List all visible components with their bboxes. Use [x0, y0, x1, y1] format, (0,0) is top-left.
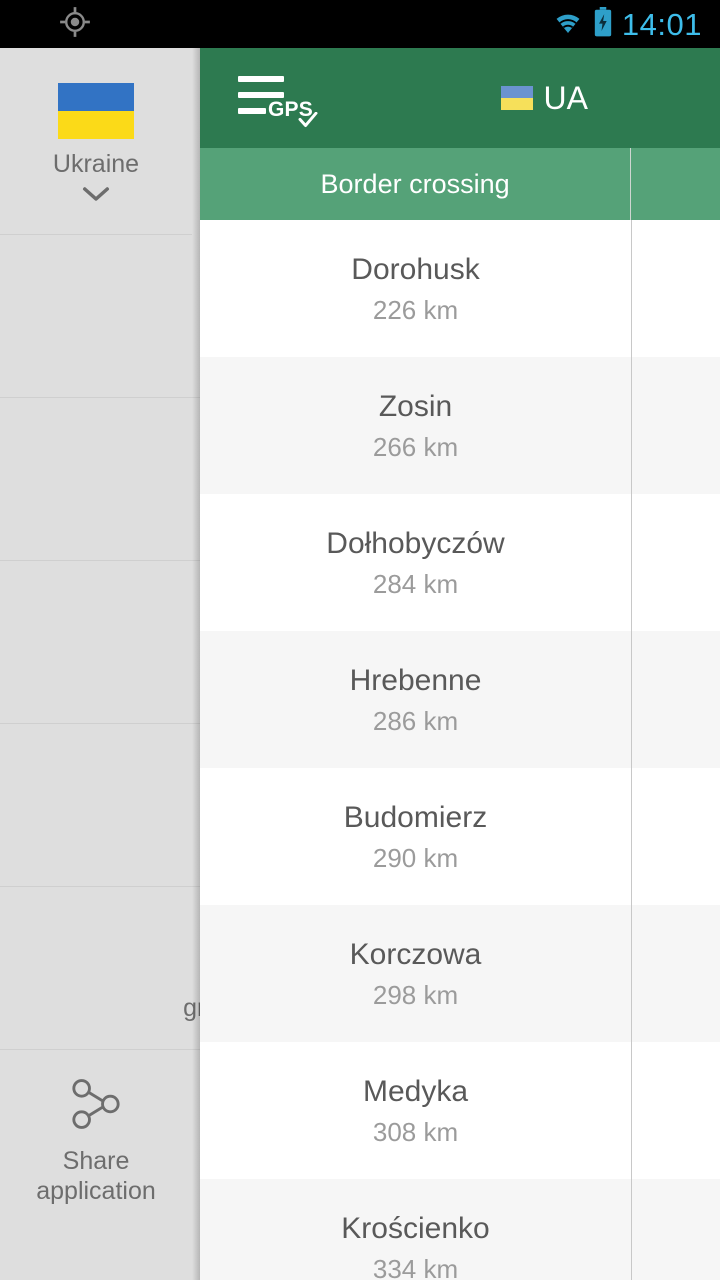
sidebar-item-forecast[interactable]: Forecast — [0, 398, 200, 561]
tab-border-crossing-label: Border crossing — [320, 168, 510, 199]
table-row-main: Dorohusk 226 km — [200, 220, 631, 357]
crossing-name: Zosin — [378, 389, 453, 423]
crossing-distance: 286 km — [372, 705, 459, 736]
tab-bar: Border crossing — [200, 148, 720, 220]
sidebar-item-country[interactable]: Ukraine — [0, 48, 192, 235]
crossing-distance: 284 km — [372, 568, 459, 599]
crossing-distance: 266 km — [372, 431, 459, 462]
table-row-secondary-cell[interactable] — [631, 357, 720, 494]
crossing-distance: 308 km — [372, 1116, 459, 1147]
hamburger-line-1 — [238, 76, 284, 82]
table-row-main: Krościenko 334 km — [200, 1179, 631, 1280]
table-row-secondary-cell[interactable] — [631, 768, 720, 905]
header-country-code: UA — [543, 80, 588, 116]
crossing-name: Krościenko — [341, 1211, 490, 1245]
share-nodes-icon — [66, 1074, 126, 1134]
status-bar-left — [0, 5, 552, 44]
wifi-icon — [552, 9, 584, 40]
sidebar-item-share-label-line2: application — [36, 1177, 156, 1205]
border-crossing-list[interactable]: Dorohusk 226 km Zosin 266 km Dołhobyczów 284 … — [200, 220, 720, 1280]
table-row-secondary-cell[interactable] — [631, 1179, 720, 1280]
sidebar-item-share[interactable]: Share application — [0, 1050, 192, 1230]
battery-charging-icon — [593, 6, 613, 42]
tab-border-crossing[interactable]: Border crossing — [200, 148, 630, 220]
table-row-secondary-cell[interactable] — [631, 905, 720, 1042]
table-row[interactable]: Dołhobyczów 284 km — [200, 494, 720, 631]
table-row[interactable]: Hrebenne 286 km — [200, 631, 720, 768]
table-row-main: Korczowa 298 km — [200, 905, 631, 1042]
table-row-main: Medyka 308 km — [200, 1042, 631, 1179]
hamburger-gps-icon[interactable]: GPS — [238, 70, 318, 128]
app-root: 14:01 Ukraine g Share application GPS UA… — [0, 0, 720, 1280]
table-row-main: Zosin 266 km — [200, 357, 631, 494]
table-row[interactable]: Budomierz 290 km — [200, 768, 720, 905]
check-icon — [298, 111, 318, 133]
sidebar-item-granica-label: granica.gov.pl — [183, 993, 200, 1022]
crossing-distance: 290 km — [372, 842, 459, 873]
table-row-main: Budomierz 290 km — [200, 768, 631, 905]
table-row-main: Hrebenne 286 km — [200, 631, 631, 768]
header-country-selector[interactable]: UA — [500, 48, 588, 148]
ukraine-flag-icon — [500, 86, 533, 110]
sidebar-item-country-label: Ukraine — [52, 150, 140, 179]
crossing-distance: 334 km — [372, 1253, 459, 1280]
hamburger-line-3 — [238, 108, 266, 114]
status-bar-clock: 14:01 — [621, 6, 702, 42]
table-row-secondary-cell[interactable] — [631, 494, 720, 631]
sidebar-item-share-label: Share application — [36, 1146, 156, 1207]
table-row[interactable]: Medyka 308 km — [200, 1042, 720, 1179]
list-column-divider — [631, 220, 632, 1280]
sidebar-item-time[interactable]: Time — [0, 235, 200, 398]
crossing-name: Hrebenne — [349, 663, 482, 697]
ukraine-flag-icon — [58, 83, 134, 140]
table-row[interactable]: Dorohusk 226 km — [200, 220, 720, 357]
table-row-main: Dołhobyczów 284 km — [200, 494, 631, 631]
navigation-drawer[interactable]: Ukraine Time — [0, 48, 200, 1280]
sidebar-item-settings[interactable]: Settings — [0, 724, 200, 887]
table-row-secondary-cell[interactable] — [631, 631, 720, 768]
crossing-name: Korczowa — [349, 937, 482, 971]
table-row-secondary-cell[interactable] — [631, 220, 720, 357]
sidebar-item-favorites[interactable]: Favorites — [0, 561, 200, 724]
tab-next[interactable] — [631, 148, 720, 220]
crossing-name: Budomierz — [343, 800, 488, 834]
table-row-secondary-cell[interactable] — [631, 1042, 720, 1179]
crossing-name: Dołhobyczów — [326, 526, 505, 560]
sidebar-item-granica[interactable]: granica.gov.pl — [0, 887, 200, 1050]
crossing-distance: 298 km — [372, 979, 459, 1010]
crossing-name: Medyka — [362, 1074, 469, 1108]
table-row[interactable]: Korczowa 298 km — [200, 905, 720, 1042]
status-bar: 14:01 — [0, 0, 720, 48]
crossing-name: Dorohusk — [351, 252, 480, 286]
app-header: GPS UA — [200, 48, 720, 148]
status-bar-right: 14:01 — [552, 6, 720, 42]
table-row[interactable]: Zosin 266 km — [200, 357, 720, 494]
sidebar-item-share-label-line1: Share — [62, 1146, 130, 1175]
chevron-down-icon[interactable] — [81, 184, 111, 209]
table-row[interactable]: Krościenko 334 km — [200, 1179, 720, 1280]
crossing-distance: 226 km — [372, 294, 459, 325]
location-crosshair-icon — [58, 5, 92, 44]
